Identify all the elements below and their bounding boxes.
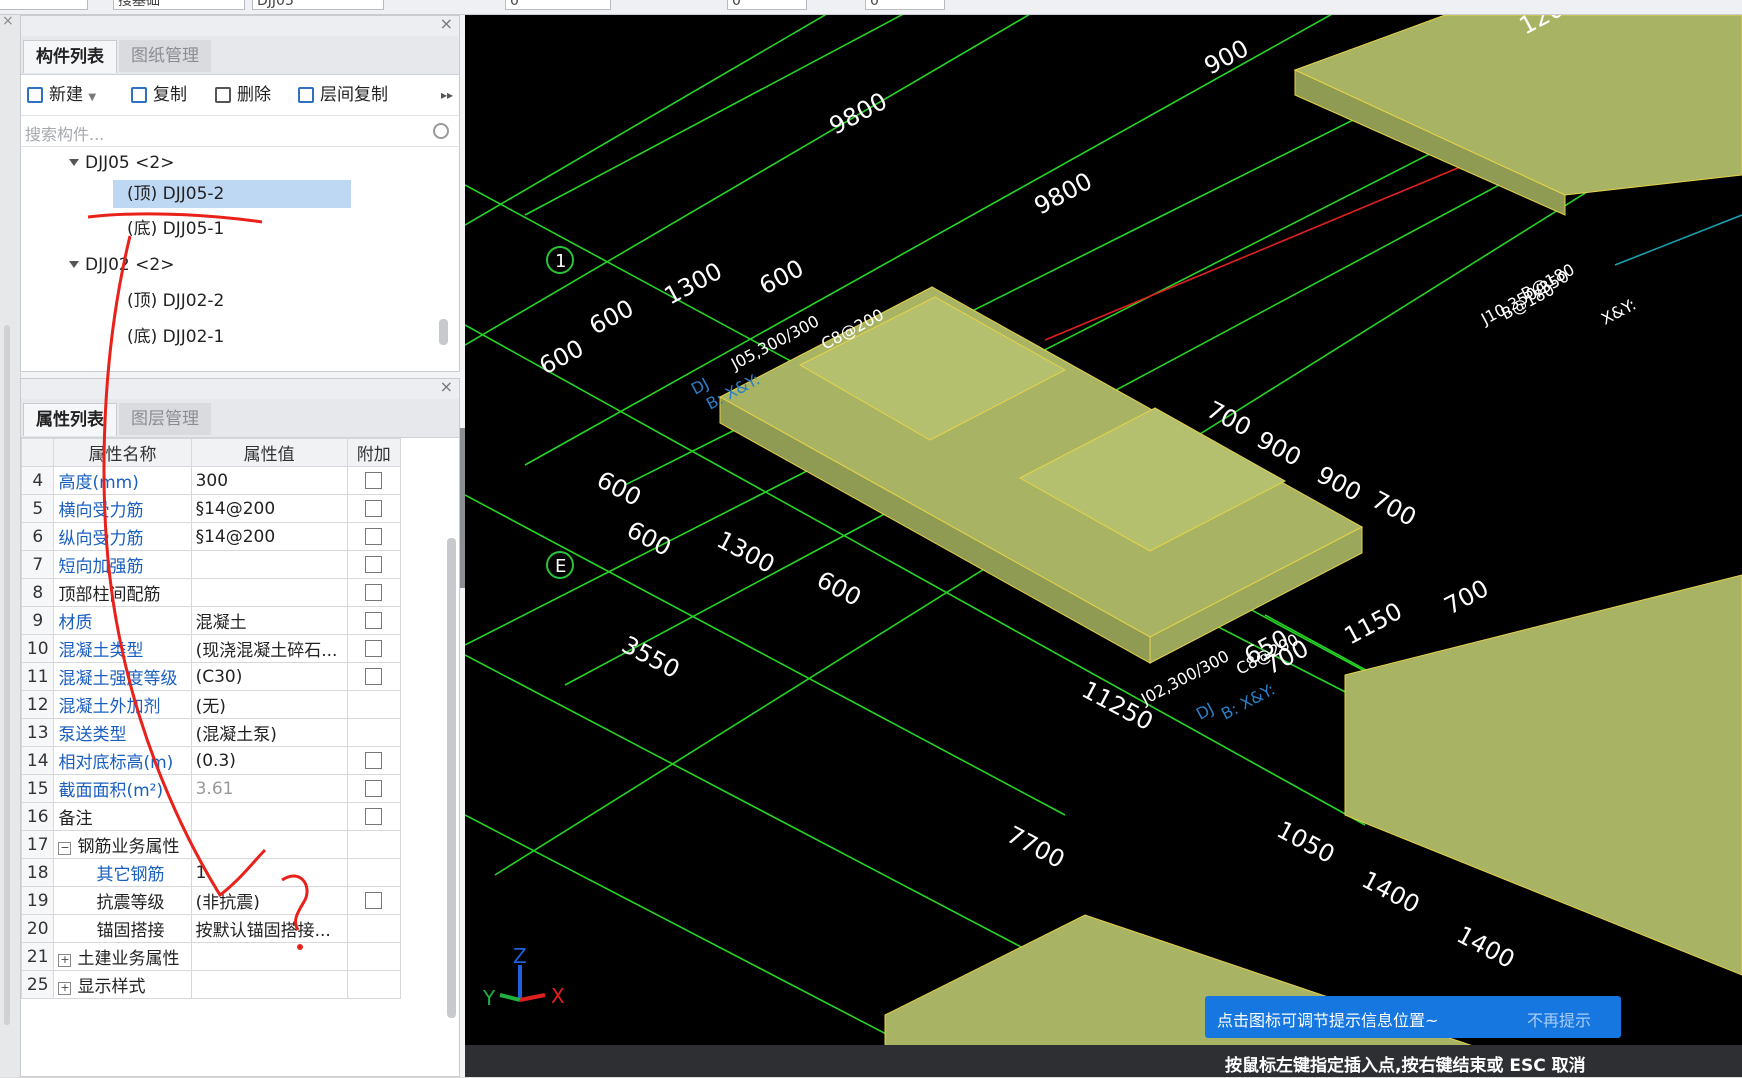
red-annotation-overlay [87, 212, 309, 950]
red-question-mark [281, 874, 309, 931]
red-underline-mark [87, 212, 263, 224]
red-arrow-mark [102, 235, 267, 898]
red-question-dot [297, 944, 303, 950]
